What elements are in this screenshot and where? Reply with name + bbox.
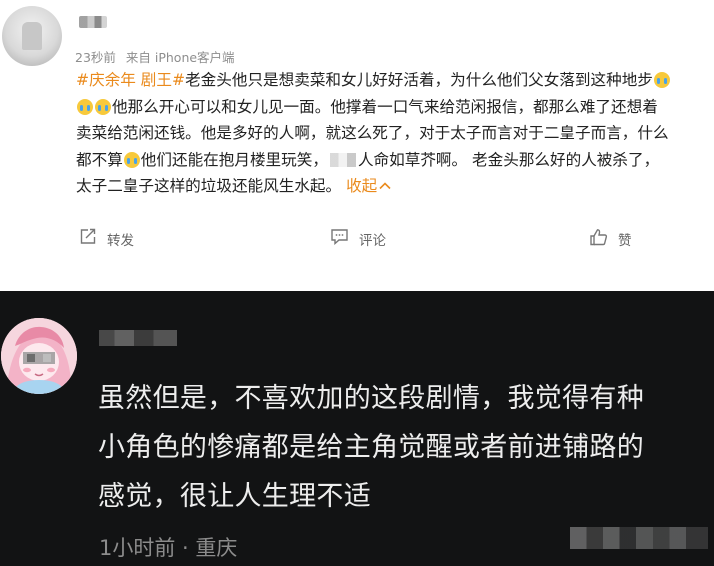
crying-emoji-icon <box>95 98 111 115</box>
collapse-link[interactable]: 收起 <box>346 177 391 195</box>
user-avatar[interactable] <box>2 6 62 66</box>
comment-button[interactable]: 评论 <box>330 228 386 249</box>
post-line-4b: 他们还能在抱月楼里玩笑， <box>140 150 328 169</box>
repost-button[interactable]: 转发 <box>79 228 134 249</box>
redacted-mosaic <box>329 152 356 167</box>
username-redacted[interactable] <box>79 16 107 28</box>
post-line-5-text: 太子二皇子这样的垃圾还能风生水起。 <box>76 177 342 195</box>
crying-emoji-icon <box>77 98 93 115</box>
like-button[interactable]: 赞 <box>589 228 632 250</box>
repost-icon <box>79 228 97 249</box>
like-label: 赞 <box>618 233 632 249</box>
post-line-1-text: 老金头他只是想卖菜和女儿好好活着，为什么他们父女落到这种地步 <box>185 71 653 89</box>
post-line-4c: 人命如草芥啊。 老金头那么好的人被杀了， <box>357 150 660 169</box>
comment-label: 评论 <box>359 232 386 249</box>
post-line-4: 都不算 他们还能在抱月楼里玩笑， 人命如草芥啊。 老金头那么好的人被杀了， <box>76 147 710 174</box>
anime-avatar-image <box>1 318 77 394</box>
comment-text: 虽然但是，不喜欢加的这段剧情，我觉得有种 小角色的惨痛都是给主角觉醒或者前进铺路… <box>98 374 698 521</box>
comment-line-3: 感觉，很让人生理不适 <box>98 481 371 512</box>
crying-emoji-icon <box>123 151 140 168</box>
weibo-post-card: 23秒前 来自 iPhone客户端 #庆余年 剧王#老金头他只是想卖菜和女儿好好… <box>0 0 714 291</box>
post-line-3: 卖菜给范闲还钱。他是多好的人啊，就这么死了，对于太子而言对于二皇子而言，什么 <box>76 124 669 142</box>
crying-emoji-icon <box>653 72 670 88</box>
like-icon <box>589 228 608 250</box>
watermark-redacted <box>570 527 708 549</box>
post-source[interactable]: 来自 iPhone客户端 <box>126 50 235 65</box>
post-line-5: 太子二皇子这样的垃圾还能风生水起。 收起 <box>76 173 710 200</box>
comment-line-1: 虽然但是，不喜欢加的这段剧情，我觉得有种 <box>98 383 644 414</box>
comment-icon <box>330 228 349 249</box>
commenter-name-redacted[interactable] <box>99 330 177 346</box>
commenter-avatar[interactable] <box>1 318 77 394</box>
post-action-bar: 转发 评论 赞 <box>0 228 714 258</box>
post-line-2-text: 他那么开心可以和女儿见一面。他撑着一口气来给范闲报信，都那么难了还想着 <box>112 97 658 116</box>
post-line-1: #庆余年 剧王#老金头他只是想卖菜和女儿好好活着，为什么他们父女落到这种地步 <box>76 67 710 94</box>
dark-comment-card: 虽然但是，不喜欢加的这段剧情，我觉得有种 小角色的惨痛都是给主角觉醒或者前进铺路… <box>0 291 714 566</box>
chevron-up-icon <box>379 182 391 190</box>
avatar-figure <box>22 22 42 50</box>
post-line-2: 他那么开心可以和女儿见一面。他撑着一口气来给范闲报信，都那么难了还想着 <box>76 94 710 121</box>
post-meta: 23秒前 来自 iPhone客户端 <box>75 47 241 66</box>
hashtag-link[interactable]: #庆余年 剧王# <box>76 71 185 89</box>
comment-line-2: 小角色的惨痛都是给主角觉醒或者前进铺路的 <box>98 432 644 463</box>
post-time: 23秒前 <box>75 50 116 65</box>
post-line-4a: 都不算 <box>76 150 123 169</box>
collapse-label: 收起 <box>346 177 378 195</box>
repost-label: 转发 <box>107 232 134 249</box>
comment-time-location: 1小时前 · 重庆 <box>99 536 238 560</box>
post-body: #庆余年 剧王#老金头他只是想卖菜和女儿好好活着，为什么他们父女落到这种地步 他… <box>76 67 710 200</box>
